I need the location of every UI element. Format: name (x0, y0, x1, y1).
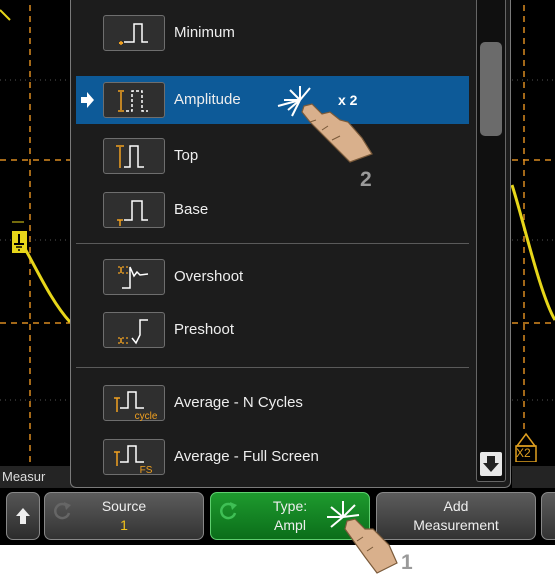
menu-item-overshoot[interactable]: Overshoot (76, 253, 469, 301)
softkey-bar: Source 1 Type: Ampl Add Measurement (0, 488, 555, 545)
source-label: Source (101, 498, 147, 514)
menu-scrollbar[interactable] (476, 0, 506, 482)
arrow-down-icon (483, 456, 499, 472)
base-icon (103, 192, 165, 228)
menu-item-label: Minimum (174, 24, 235, 41)
menu-item-label: Preshoot (174, 321, 235, 338)
menu-divider (76, 367, 469, 368)
menu-item-label: Top (174, 147, 199, 164)
minimum-icon (103, 15, 165, 51)
x2-cursor-label: X2 (516, 446, 531, 460)
source-softkey[interactable]: Source 1 (44, 492, 204, 540)
icon-caption: FS (140, 465, 153, 476)
back-button[interactable] (6, 492, 40, 540)
scroll-down-button[interactable] (480, 452, 502, 476)
tapping-hand-illustration-2 (277, 86, 373, 163)
step-1-number: 1 (401, 551, 413, 574)
next-softkey[interactable] (541, 492, 555, 540)
menu-item-label: Base (174, 201, 209, 218)
arrow-right-icon (81, 92, 94, 108)
menu-item-base[interactable]: Base (76, 186, 469, 234)
menu-item-preshoot[interactable]: Preshoot (76, 306, 469, 354)
step-2-number: 2 (360, 168, 372, 191)
menu-item-average-n-cycles[interactable]: cycle Average - N Cycles (76, 379, 469, 427)
source-value: 1 (120, 517, 128, 533)
menu-divider (76, 243, 469, 244)
status-bar-right (512, 466, 555, 488)
average-n-cycles-icon: cycle (103, 385, 165, 422)
menu-item-label: Overshoot (174, 268, 244, 285)
preshoot-icon (103, 312, 165, 348)
top-icon (103, 138, 165, 174)
menu-item-minimum[interactable]: Minimum (76, 9, 469, 57)
measurement-type-menu: Minimum Amplitude x 2 Top Base Overshoot (70, 0, 511, 488)
channel-1-ground-marker (12, 231, 27, 253)
menu-item-label: Average - Full Screen (174, 448, 319, 465)
menu-item-average-full-screen[interactable]: FS Average - Full Screen (76, 433, 469, 481)
scrollbar-thumb[interactable] (480, 42, 502, 136)
amplitude-icon (103, 82, 165, 118)
status-bar-text: Measur (0, 466, 74, 488)
menu-item-label: Amplitude (174, 91, 241, 108)
average-full-screen-icon: FS (103, 439, 165, 476)
icon-caption: cycle (135, 411, 158, 422)
menu-item-label: Average - N Cycles (174, 394, 303, 411)
overshoot-icon (103, 259, 165, 295)
arrow-up-icon (16, 508, 30, 524)
tapping-hand-illustration-1 (327, 501, 398, 574)
